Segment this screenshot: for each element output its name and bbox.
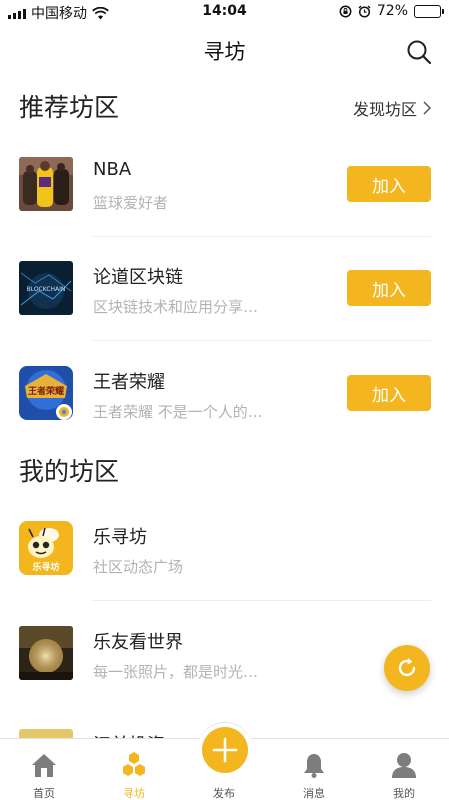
- bell-icon: [304, 754, 324, 778]
- divider: [93, 340, 431, 341]
- refresh-button[interactable]: [384, 645, 430, 691]
- item-name: NBA: [93, 159, 132, 180]
- divider: [93, 236, 431, 237]
- item-name: 乐寻坊: [93, 527, 147, 548]
- status-bar: 中国移动 14:04 72%: [0, 0, 449, 24]
- join-button[interactable]: 加入: [347, 375, 431, 411]
- item-name: 王者荣耀: [93, 372, 165, 393]
- join-button[interactable]: 加入: [347, 270, 431, 306]
- lexunfang-thumbnail: 乐寻坊: [19, 521, 73, 575]
- item-desc: 王者荣耀 不是一个人的…: [93, 403, 263, 421]
- honeycomb-icon: [123, 752, 145, 776]
- tab-label: 寻坊: [123, 787, 145, 800]
- rotation-lock-icon: [339, 5, 352, 17]
- nav-bar: 寻坊: [0, 24, 449, 76]
- item-desc: 区块链技术和应用分享…: [93, 298, 259, 316]
- status-right: 72%: [339, 3, 444, 19]
- search-icon[interactable]: [405, 38, 433, 66]
- my-item-leyou-world[interactable]: 乐友看世界 每一张照片，都是时光…: [0, 626, 449, 730]
- page-title: 寻坊: [203, 40, 246, 64]
- tab-label: 首页: [33, 787, 55, 800]
- honor-of-kings-thumbnail: 王者荣耀: [19, 366, 73, 420]
- alarm-icon: [358, 5, 371, 18]
- item-name: 乐友看世界: [93, 632, 183, 653]
- lexunfang-thumb-text: 乐寻坊: [32, 561, 59, 573]
- honor-thumb-text: 王者荣耀: [28, 385, 64, 397]
- join-button[interactable]: 加入: [347, 166, 431, 202]
- home-icon: [32, 754, 56, 777]
- plus-icon: [212, 737, 238, 763]
- recommended-item-blockchain[interactable]: BLOCKCHAIN 论道区块链 区块链技术和应用分享… 加入: [0, 261, 449, 365]
- battery-icon: [414, 4, 444, 18]
- my-section-title: 我的坊区: [19, 457, 120, 486]
- leyou-world-thumbnail: [19, 626, 73, 680]
- divider: [93, 600, 431, 601]
- chevron-right-icon: [423, 101, 431, 115]
- user-icon: [392, 753, 416, 778]
- item-desc: 篮球爱好者: [93, 194, 169, 212]
- discover-label: 发现坊区: [352, 100, 417, 119]
- tab-xunfang[interactable]: 寻坊: [104, 739, 164, 800]
- recommended-item-nba[interactable]: NBA 篮球爱好者 加入: [0, 157, 449, 261]
- recommended-section-title: 推荐坊区: [19, 93, 120, 122]
- discover-link[interactable]: 发现坊区: [353, 96, 431, 120]
- refresh-icon: [398, 658, 416, 677]
- publish-button[interactable]: [202, 727, 248, 773]
- tab-home[interactable]: 首页: [14, 739, 74, 800]
- my-item-lexunfang[interactable]: 乐寻坊 乐寻坊 社区动态广场: [0, 521, 449, 625]
- item-desc: 每一张照片，都是时光…: [93, 663, 259, 681]
- tab-messages[interactable]: 消息: [284, 739, 344, 800]
- battery-percent: 72%: [376, 3, 408, 19]
- tab-label: 消息: [303, 787, 325, 800]
- item-desc: 社区动态广场: [93, 558, 184, 576]
- tab-label: 我的: [393, 787, 415, 800]
- blockchain-thumb-text: BLOCKCHAIN: [27, 286, 66, 293]
- item-name: 论道区块链: [93, 267, 183, 288]
- blockchain-thumbnail: BLOCKCHAIN: [19, 261, 73, 315]
- tab-label: 发布: [213, 787, 235, 800]
- tab-mine[interactable]: 我的: [374, 739, 434, 800]
- nba-thumbnail: [19, 157, 73, 211]
